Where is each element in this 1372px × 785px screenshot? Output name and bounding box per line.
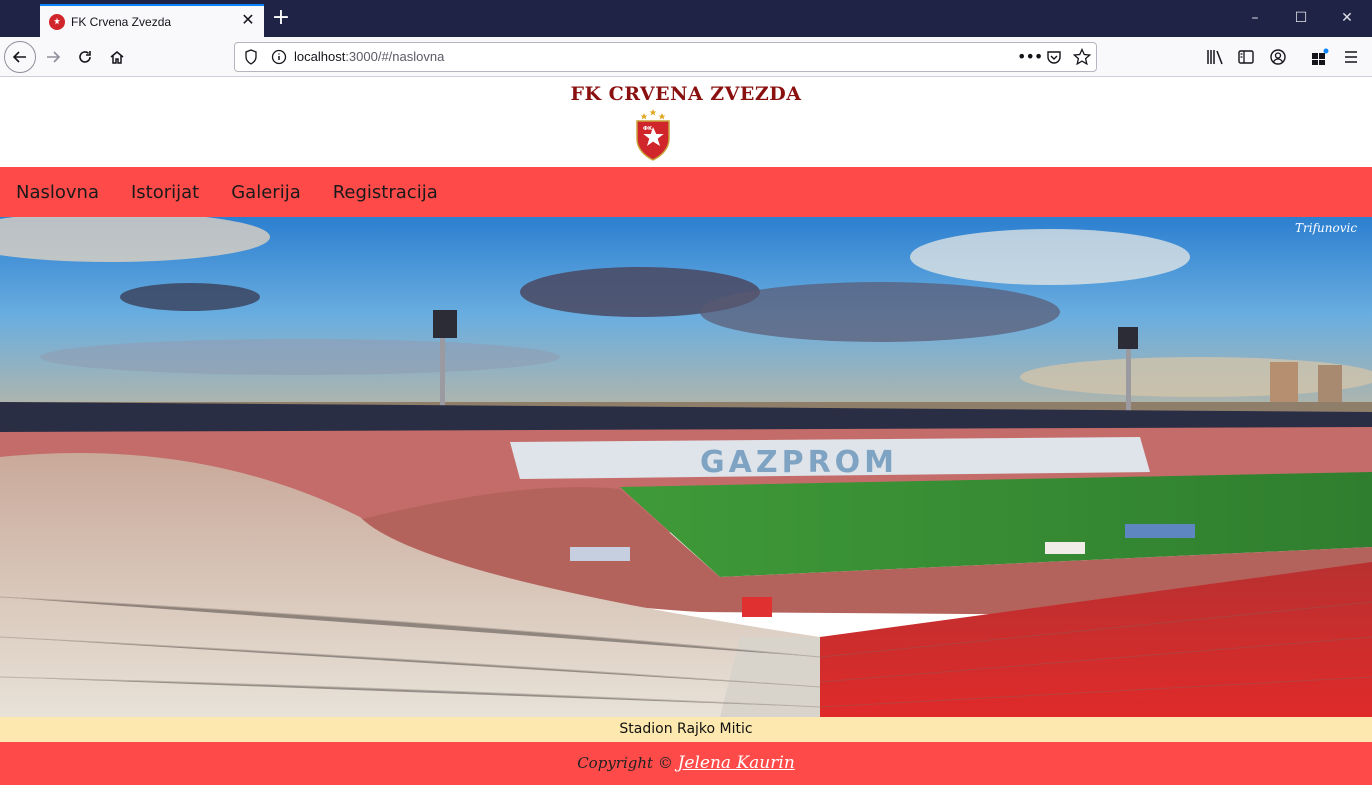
home-icon[interactable] bbox=[101, 41, 133, 73]
minimize-icon[interactable]: – bbox=[1245, 8, 1265, 28]
copyright-text: Copyright © bbox=[577, 754, 673, 772]
forward-icon[interactable] bbox=[37, 41, 69, 73]
browser-tab-bar: FK Crvena Zvezda ✕ + – ☐ ✕ bbox=[0, 0, 1372, 37]
info-icon[interactable] bbox=[271, 49, 287, 69]
more-icon[interactable]: ••• bbox=[1017, 47, 1043, 66]
new-tab-icon[interactable]: + bbox=[271, 7, 291, 29]
menu-item-galerija[interactable]: Galerija bbox=[231, 182, 317, 203]
star-icon[interactable] bbox=[1072, 47, 1092, 70]
site-footer: Copyright © Jelena Kaurin bbox=[0, 742, 1372, 785]
favicon-icon bbox=[49, 13, 65, 30]
library-icon[interactable] bbox=[1206, 49, 1224, 69]
menu-item-registracija[interactable]: Registracija bbox=[333, 182, 454, 203]
close-window-icon[interactable]: ✕ bbox=[1337, 8, 1357, 28]
club-crest-logo: ФК bbox=[636, 109, 670, 161]
web-page: FK CRVENA ZVEZDA ФК Naslovna Istorijat G… bbox=[0, 77, 1372, 785]
extensions-icon[interactable] bbox=[1311, 48, 1329, 70]
menu-item-istorijat[interactable]: Istorijat bbox=[131, 182, 215, 203]
stadium-hero-image: GAZPROM Trifunovic bbox=[0, 217, 1372, 717]
menu-item-naslovna[interactable]: Naslovna bbox=[16, 182, 115, 203]
shield-icon[interactable] bbox=[244, 49, 258, 69]
hero-watermark: Trifunovic bbox=[1295, 221, 1357, 235]
site-title: FK CRVENA ZVEZDA bbox=[570, 83, 802, 105]
svg-text:ФК: ФК bbox=[643, 126, 653, 132]
account-icon[interactable] bbox=[1270, 49, 1286, 69]
pocket-icon[interactable] bbox=[1046, 49, 1062, 69]
browser-toolbar: localhost:3000/#/naslovna ••• bbox=[0, 37, 1372, 77]
reload-icon[interactable] bbox=[69, 41, 101, 73]
svg-text:GAZPROM: GAZPROM bbox=[700, 445, 898, 480]
close-tab-icon[interactable]: ✕ bbox=[240, 12, 256, 28]
main-menu: Naslovna Istorijat Galerija Registracija bbox=[0, 167, 1372, 217]
author-link[interactable]: Jelena Kaurin bbox=[678, 753, 795, 773]
menu-icon[interactable] bbox=[1343, 49, 1359, 69]
maximize-icon[interactable]: ☐ bbox=[1291, 8, 1311, 28]
tab-title: FK Crvena Zvezda bbox=[71, 14, 172, 29]
back-icon[interactable] bbox=[4, 41, 36, 73]
site-header: FK CRVENA ZVEZDA ФК bbox=[0, 77, 1372, 167]
url-text[interactable]: localhost:3000/#/naslovna bbox=[294, 49, 444, 64]
address-bar[interactable]: localhost:3000/#/naslovna ••• bbox=[234, 42, 1097, 72]
browser-tab[interactable]: FK Crvena Zvezda ✕ bbox=[40, 4, 264, 37]
sidebar-icon[interactable] bbox=[1238, 49, 1254, 69]
image-caption: Stadion Rajko Mitic bbox=[0, 717, 1372, 742]
stadium-photo: GAZPROM Trifunovic bbox=[0, 217, 1372, 717]
